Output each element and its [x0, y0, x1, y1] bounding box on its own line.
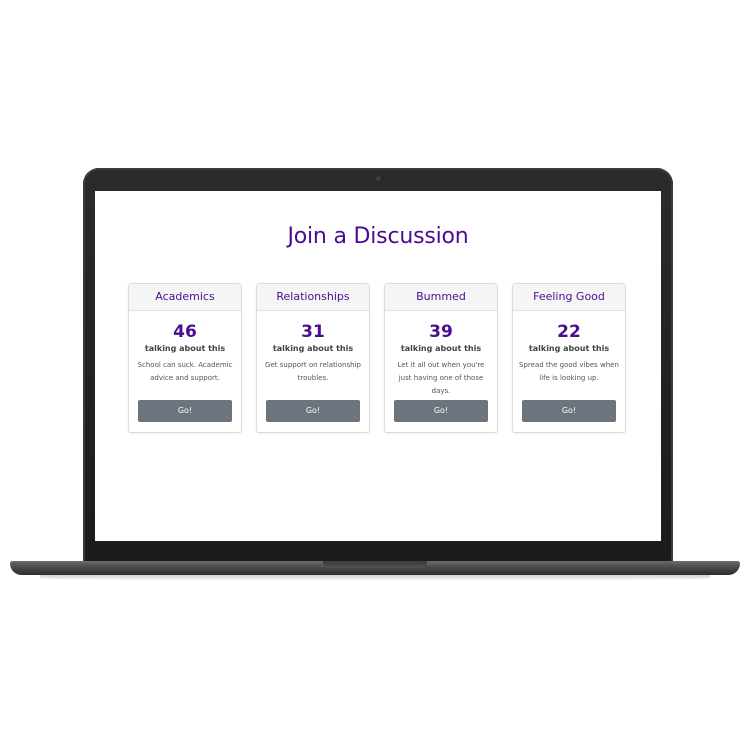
laptop-base-shadow	[40, 575, 710, 581]
card-subtitle: talking about this	[272, 344, 354, 353]
card-subtitle: talking about this	[400, 344, 482, 353]
discussion-cards: Academics 46 talking about this School c…	[128, 283, 628, 435]
card-count: 31	[301, 322, 325, 342]
go-button-feeling-good[interactable]: Go!	[522, 400, 616, 422]
discussion-card-bummed: Bummed 39 talking about this Let it all …	[384, 283, 498, 433]
go-button-bummed[interactable]: Go!	[394, 400, 488, 422]
laptop-mockup: Join a Discussion Academics 46 talking a…	[0, 0, 750, 750]
discussion-card-relationships: Relationships 31 talking about this Get …	[256, 283, 370, 433]
laptop-screen: Join a Discussion Academics 46 talking a…	[95, 191, 661, 541]
card-description: Spread the good vibes when life is looki…	[519, 361, 619, 382]
card-title: Academics	[129, 284, 241, 311]
laptop-notch	[323, 561, 427, 568]
card-title: Relationships	[257, 284, 369, 311]
go-button-academics[interactable]: Go!	[138, 400, 232, 422]
card-title: Feeling Good	[513, 284, 625, 311]
card-description: School can suck. Academic advice and sup…	[137, 361, 233, 382]
discussion-card-academics: Academics 46 talking about this School c…	[128, 283, 242, 433]
card-subtitle: talking about this	[528, 344, 610, 353]
card-description: Get support on relationship troubles.	[265, 361, 361, 382]
discussion-card-feeling-good: Feeling Good 22 talking about this Sprea…	[512, 283, 626, 433]
page-title: Join a Discussion	[287, 224, 469, 249]
card-title: Bummed	[385, 284, 497, 311]
card-description: Let it all out when you're just having o…	[397, 361, 485, 395]
go-button-relationships[interactable]: Go!	[266, 400, 360, 422]
card-count: 46	[173, 322, 197, 342]
card-count: 22	[557, 322, 581, 342]
card-count: 39	[429, 322, 453, 342]
camera-icon	[376, 176, 381, 181]
card-subtitle: talking about this	[144, 344, 226, 353]
